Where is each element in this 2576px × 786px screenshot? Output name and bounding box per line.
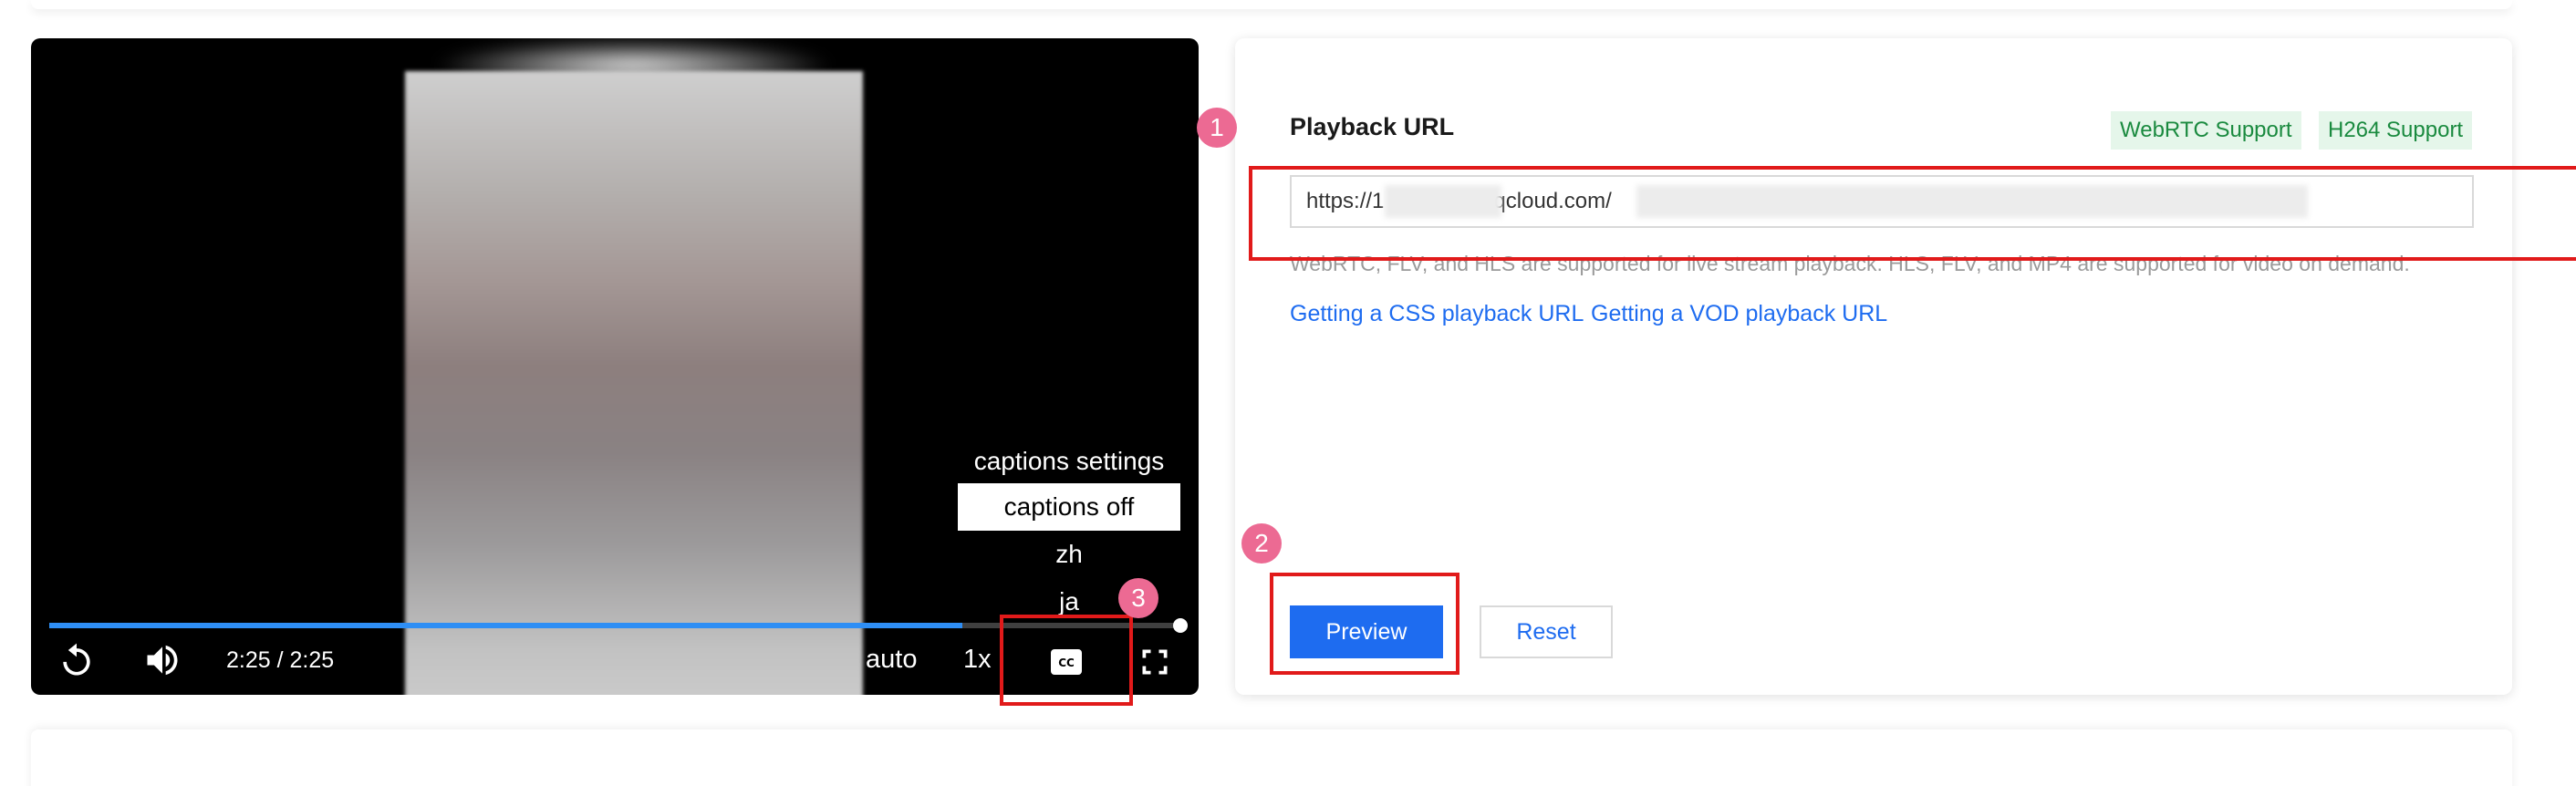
volume-icon[interactable] xyxy=(142,640,182,680)
captions-menu-title: captions settings xyxy=(973,447,1165,475)
progress-knob[interactable] xyxy=(1173,618,1188,633)
captions-option-zh[interactable]: zh xyxy=(958,531,1180,578)
playback-speed-selector[interactable]: 1x xyxy=(963,645,992,675)
captions-option-off[interactable]: captions off xyxy=(958,483,1180,531)
quality-selector[interactable]: auto xyxy=(866,645,917,675)
annotation-box-url xyxy=(1249,166,2576,261)
annotation-box-captions xyxy=(1000,615,1133,706)
video-frame-blurred xyxy=(405,71,863,695)
step-badge-3: 3 xyxy=(1118,578,1158,618)
section-title: Playback URL xyxy=(1290,113,1455,140)
h264-support-tag: H264 Support xyxy=(2319,111,2473,150)
progress-fill xyxy=(49,623,963,628)
step-badge-1: 1 xyxy=(1197,108,1237,148)
replay-icon[interactable] xyxy=(57,640,97,680)
fullscreen-icon[interactable] xyxy=(1138,646,1171,678)
css-playback-url-link[interactable]: Getting a CSS playback URL xyxy=(1290,301,1584,327)
vod-playback-url-link[interactable]: Getting a VOD playback URL xyxy=(1591,301,1887,327)
top-card-edge xyxy=(31,0,2512,9)
webrtc-support-tag: WebRTC Support xyxy=(2111,111,2301,150)
time-display: 2:25 / 2:25 xyxy=(226,647,335,673)
video-player[interactable]: captions settings captions off zh ja 2:2… xyxy=(31,38,1199,695)
annotation-box-preview xyxy=(1270,573,1459,675)
reset-button[interactable]: Reset xyxy=(1480,605,1613,658)
step-badge-2: 2 xyxy=(1241,523,1282,564)
bottom-card-edge xyxy=(31,729,2512,786)
